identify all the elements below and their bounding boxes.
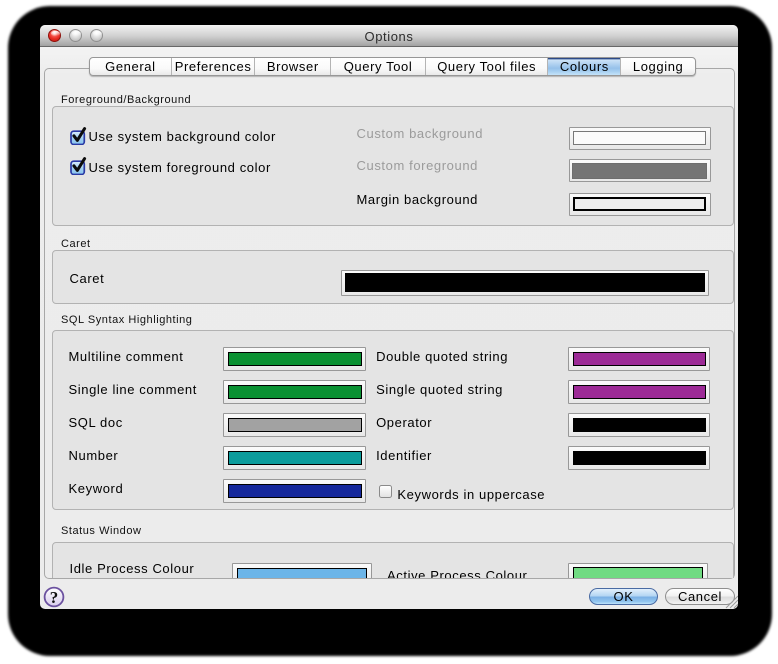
svg-text:?: ? <box>49 588 58 607</box>
